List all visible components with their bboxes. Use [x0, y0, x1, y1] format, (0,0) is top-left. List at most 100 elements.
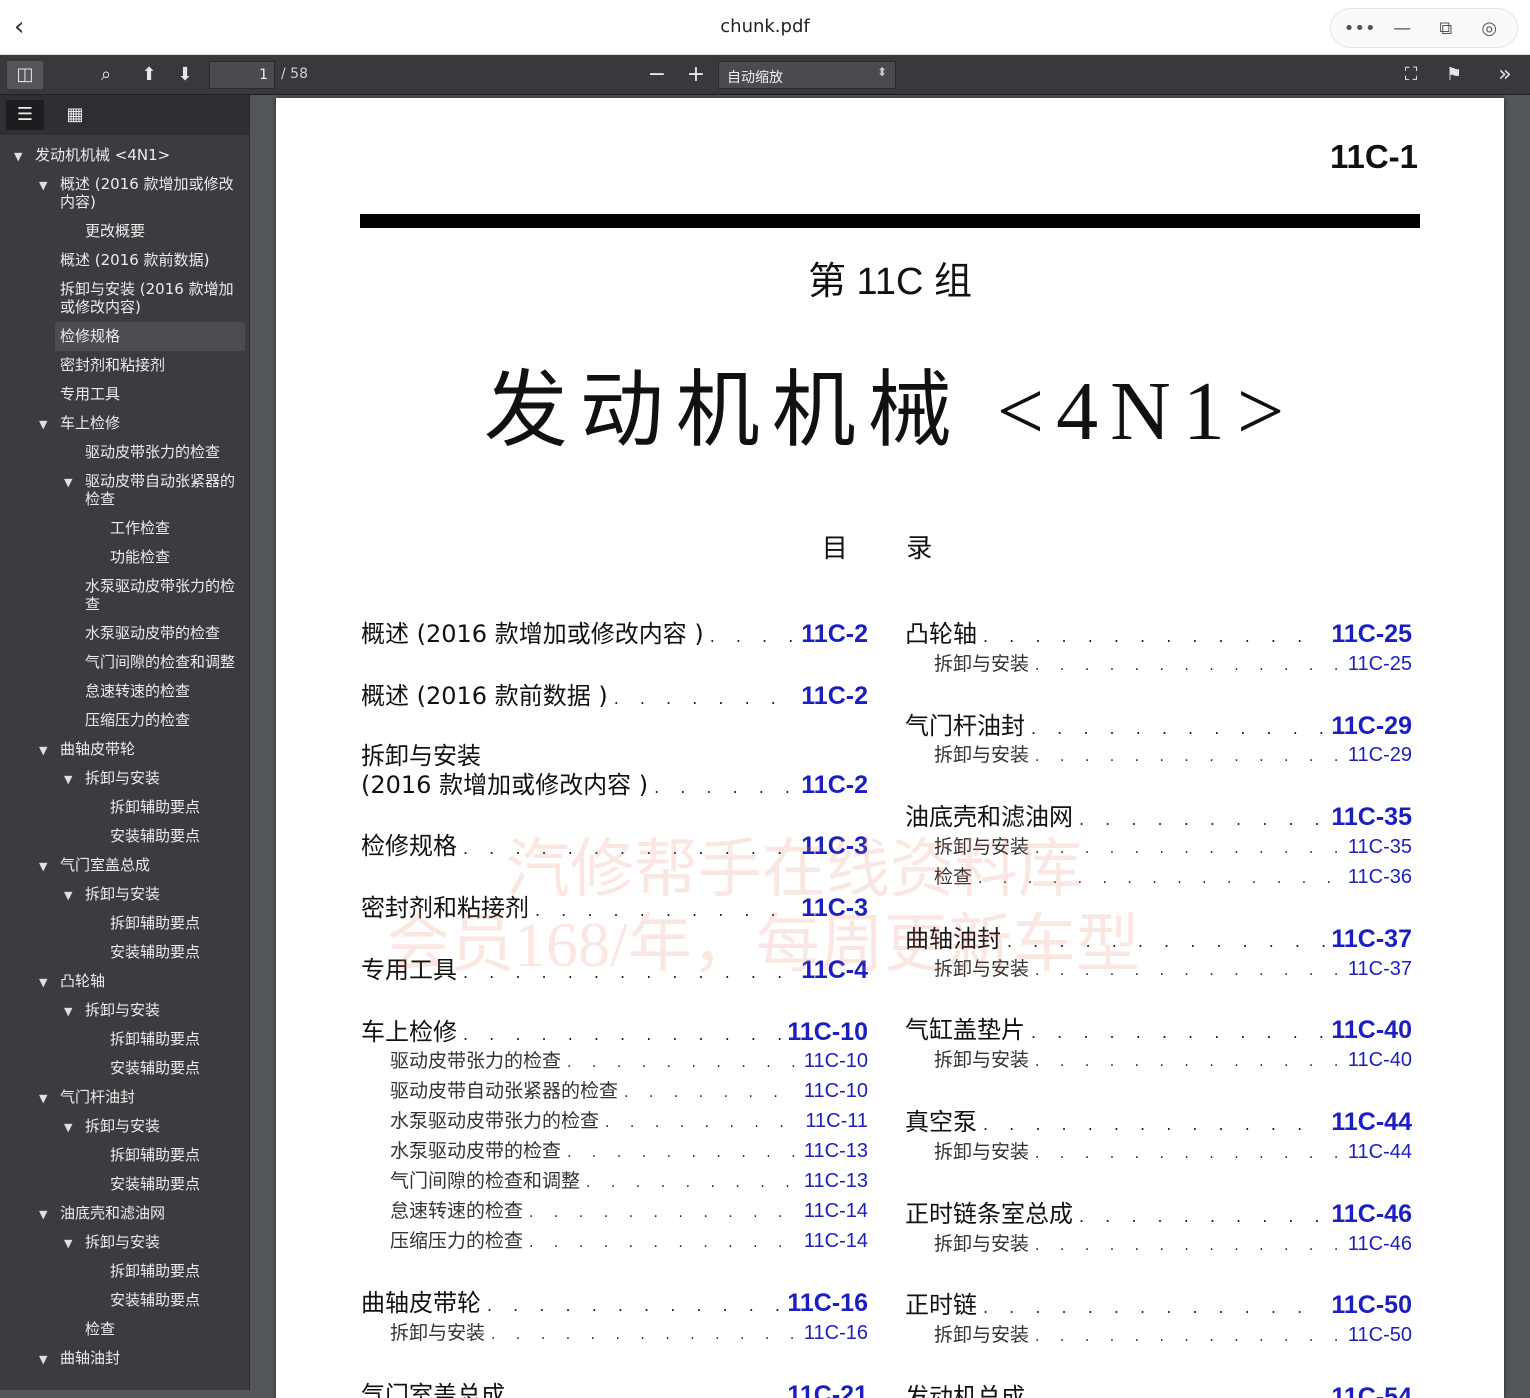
outline-item[interactable]: ▼拆卸与安装 [0, 880, 249, 909]
outline-item[interactable]: 检查 [0, 1315, 249, 1344]
expand-triangle-icon[interactable]: ▼ [39, 1206, 47, 1224]
outline-item[interactable]: 工作检查 [0, 514, 249, 543]
outline-item[interactable]: ▼车上检修 [0, 409, 249, 438]
toc-entry[interactable]: 拆卸与安装. . . . . . . . . . . . . . . . . .… [934, 1229, 1412, 1256]
close-target-icon[interactable]: ◎ [1474, 18, 1504, 39]
toc-page-link[interactable]: 11C-44 [1331, 1108, 1412, 1137]
toc-page-link[interactable]: 11C-13 [804, 1170, 868, 1193]
outline-item[interactable]: 怠速转速的检查 [0, 677, 249, 706]
outline-item[interactable]: ▼曲轴皮带轮 [0, 735, 249, 764]
toc-entry[interactable]: 怠速转速的检查. . . . . . . . . . . . . . . . .… [390, 1196, 868, 1223]
expand-triangle-icon[interactable]: ▼ [64, 474, 72, 492]
toc-page-link[interactable]: 11C-36 [1348, 866, 1412, 889]
toc-entry[interactable]: 拆卸与安装. . . . . . . . . . . . . . . . . .… [934, 1320, 1412, 1347]
toc-page-link[interactable]: 11C-14 [804, 1230, 868, 1253]
outline-item[interactable]: 功能检查 [0, 543, 249, 572]
toc-page-link[interactable]: 11C-2 [801, 620, 868, 649]
outline-item[interactable]: 安装辅助要点 [0, 1170, 249, 1199]
toc-page-link[interactable]: 11C-44 [1348, 1141, 1412, 1164]
expand-triangle-icon[interactable]: ▼ [64, 1235, 72, 1253]
toc-page-link[interactable]: 11C-13 [804, 1140, 868, 1163]
outline-item[interactable]: 检修规格 [55, 322, 245, 351]
toc-page-link[interactable]: 11C-40 [1348, 1049, 1412, 1072]
tools-menu-icon[interactable]: » [1490, 61, 1520, 89]
outline-item[interactable]: ▼拆卸与安装 [0, 996, 249, 1025]
toc-entry[interactable]: 正时链条室总成. . . . . . . . . . . . . . . . .… [905, 1194, 1412, 1229]
outline-view-icon[interactable]: ☰ [6, 100, 44, 130]
toc-page-link[interactable]: 11C-29 [1348, 744, 1412, 767]
zoom-select[interactable]: 自动缩放 ⬍ [718, 61, 896, 89]
toc-page-link[interactable]: 11C-2 [801, 682, 868, 711]
toc-entry[interactable]: 水泵驱动皮带的检查. . . . . . . . . . . . . . . .… [390, 1136, 868, 1163]
outline-item[interactable]: ▼凸轮轴 [0, 967, 249, 996]
toc-entry[interactable]: 气门间隙的检查和调整. . . . . . . . . . . . . . . … [390, 1166, 868, 1193]
toc-entry[interactable]: 曲轴皮带轮. . . . . . . . . . . . . . . . . .… [361, 1283, 868, 1318]
toc-page-link[interactable]: 11C-50 [1331, 1291, 1412, 1320]
expand-triangle-icon[interactable]: ▼ [64, 1003, 72, 1021]
toc-page-link[interactable]: 11C-37 [1331, 925, 1412, 954]
toc-entry[interactable]: 真空泵. . . . . . . . . . . . . . . . . . .… [905, 1102, 1412, 1137]
outline-item[interactable]: ▼油底壳和滤油网 [0, 1199, 249, 1228]
outline-item[interactable]: ▼拆卸与安装 [0, 1112, 249, 1141]
sidebar-toggle-icon[interactable]: ◫ [7, 61, 43, 89]
expand-triangle-icon[interactable]: ▼ [39, 974, 47, 992]
toc-page-link[interactable]: 11C-16 [804, 1322, 868, 1345]
expand-triangle-icon[interactable]: ▼ [39, 1351, 47, 1369]
toc-entry[interactable]: (2016 款增加或修改内容 ). . . . . . . . . . . . … [361, 765, 868, 800]
outline-item[interactable]: 安装辅助要点 [0, 822, 249, 851]
presentation-mode-icon[interactable]: ⛶ [1397, 61, 1425, 89]
toc-entry[interactable]: 凸轮轴. . . . . . . . . . . . . . . . . . .… [905, 614, 1412, 649]
toc-entry[interactable]: 拆卸与安装. . . . . . . . . . . . . . . . . .… [934, 1137, 1412, 1164]
toc-page-link[interactable]: 11C-10 [787, 1018, 868, 1047]
bookmark-icon[interactable]: ⚑ [1440, 61, 1468, 89]
toc-entry[interactable]: 发动机总成. . . . . . . . . . . . . . . . . .… [905, 1377, 1412, 1398]
outline-item[interactable]: 拆卸辅助要点 [0, 793, 249, 822]
toc-page-link[interactable]: 11C-46 [1331, 1200, 1412, 1229]
expand-triangle-icon[interactable]: ▼ [64, 887, 72, 905]
restore-icon[interactable]: ⧉ [1431, 18, 1461, 39]
zoom-out-button[interactable]: − [643, 61, 671, 89]
outline-item[interactable]: 水泵驱动皮带的检查 [0, 619, 249, 648]
outline-item[interactable]: 气门间隙的检查和调整 [0, 648, 249, 677]
toc-page-link[interactable]: 11C-16 [787, 1289, 868, 1318]
outline-item[interactable]: ▼驱动皮带自动张紧器的检查 [0, 467, 249, 514]
toc-page-link[interactable]: 11C-29 [1331, 712, 1412, 741]
minimize-icon[interactable]: — [1387, 18, 1417, 39]
outline-item[interactable]: 更改概要 [0, 217, 249, 246]
expand-triangle-icon[interactable]: ▼ [39, 416, 47, 434]
toc-page-link[interactable]: 11C-11 [805, 1110, 868, 1133]
toc-page-link[interactable]: 11C-46 [1348, 1233, 1412, 1256]
outline-item[interactable]: 拆卸辅助要点 [0, 909, 249, 938]
toc-entry[interactable]: 压缩压力的检查. . . . . . . . . . . . . . . . .… [390, 1226, 868, 1253]
toc-entry[interactable]: 拆卸与安装. . . . . . . . . . . . . . . . . .… [934, 649, 1412, 676]
expand-triangle-icon[interactable]: ▼ [39, 177, 47, 195]
outline-item[interactable]: 专用工具 [0, 380, 249, 409]
toc-entry[interactable]: 正时链. . . . . . . . . . . . . . . . . . .… [905, 1285, 1412, 1320]
outline-item[interactable]: 压缩压力的检查 [0, 706, 249, 735]
outline-item[interactable]: ▼气门室盖总成 [0, 851, 249, 880]
expand-triangle-icon[interactable]: ▼ [64, 1119, 72, 1137]
toc-page-link[interactable]: 11C-37 [1348, 958, 1412, 981]
toc-page-link[interactable]: 11C-35 [1348, 836, 1412, 859]
toc-entry[interactable]: 驱动皮带自动张紧器的检查. . . . . . . . . . . . . . … [390, 1076, 868, 1103]
expand-triangle-icon[interactable]: ▼ [39, 858, 47, 876]
expand-triangle-icon[interactable]: ▼ [39, 742, 47, 760]
toc-entry[interactable]: 拆卸与安装. . . . . . . . . . . . . . . . . .… [934, 740, 1412, 767]
outline-item[interactable]: 概述 (2016 款前数据) [0, 246, 249, 275]
toc-page-link[interactable]: 11C-54 [1331, 1383, 1412, 1398]
toc-entry[interactable]: 概述 (2016 款增加或修改内容 ). . . . . . . . . . .… [361, 614, 868, 649]
expand-triangle-icon[interactable]: ▼ [64, 771, 72, 789]
outline-item[interactable]: 拆卸与安装 (2016 款增加或修改内容) [0, 275, 249, 322]
outline-item[interactable]: 拆卸辅助要点 [0, 1257, 249, 1286]
outline-item[interactable]: ▼发动机机械 <4N1> [0, 141, 249, 170]
toc-entry[interactable]: 驱动皮带张力的检查. . . . . . . . . . . . . . . .… [390, 1046, 868, 1073]
outline-item[interactable]: 拆卸辅助要点 [0, 1025, 249, 1054]
page-number-input[interactable]: 1 [209, 61, 275, 89]
toc-page-link[interactable]: 11C-10 [804, 1080, 868, 1103]
outline-item[interactable]: ▼拆卸与安装 [0, 764, 249, 793]
toc-page-link[interactable]: 11C-25 [1331, 620, 1412, 649]
outline-item[interactable]: 密封剂和粘接剂 [0, 351, 249, 380]
search-icon[interactable]: ⌕ [92, 61, 120, 89]
outline-item[interactable]: 驱动皮带张力的检查 [0, 438, 249, 467]
expand-triangle-icon[interactable]: ▼ [39, 1090, 47, 1108]
